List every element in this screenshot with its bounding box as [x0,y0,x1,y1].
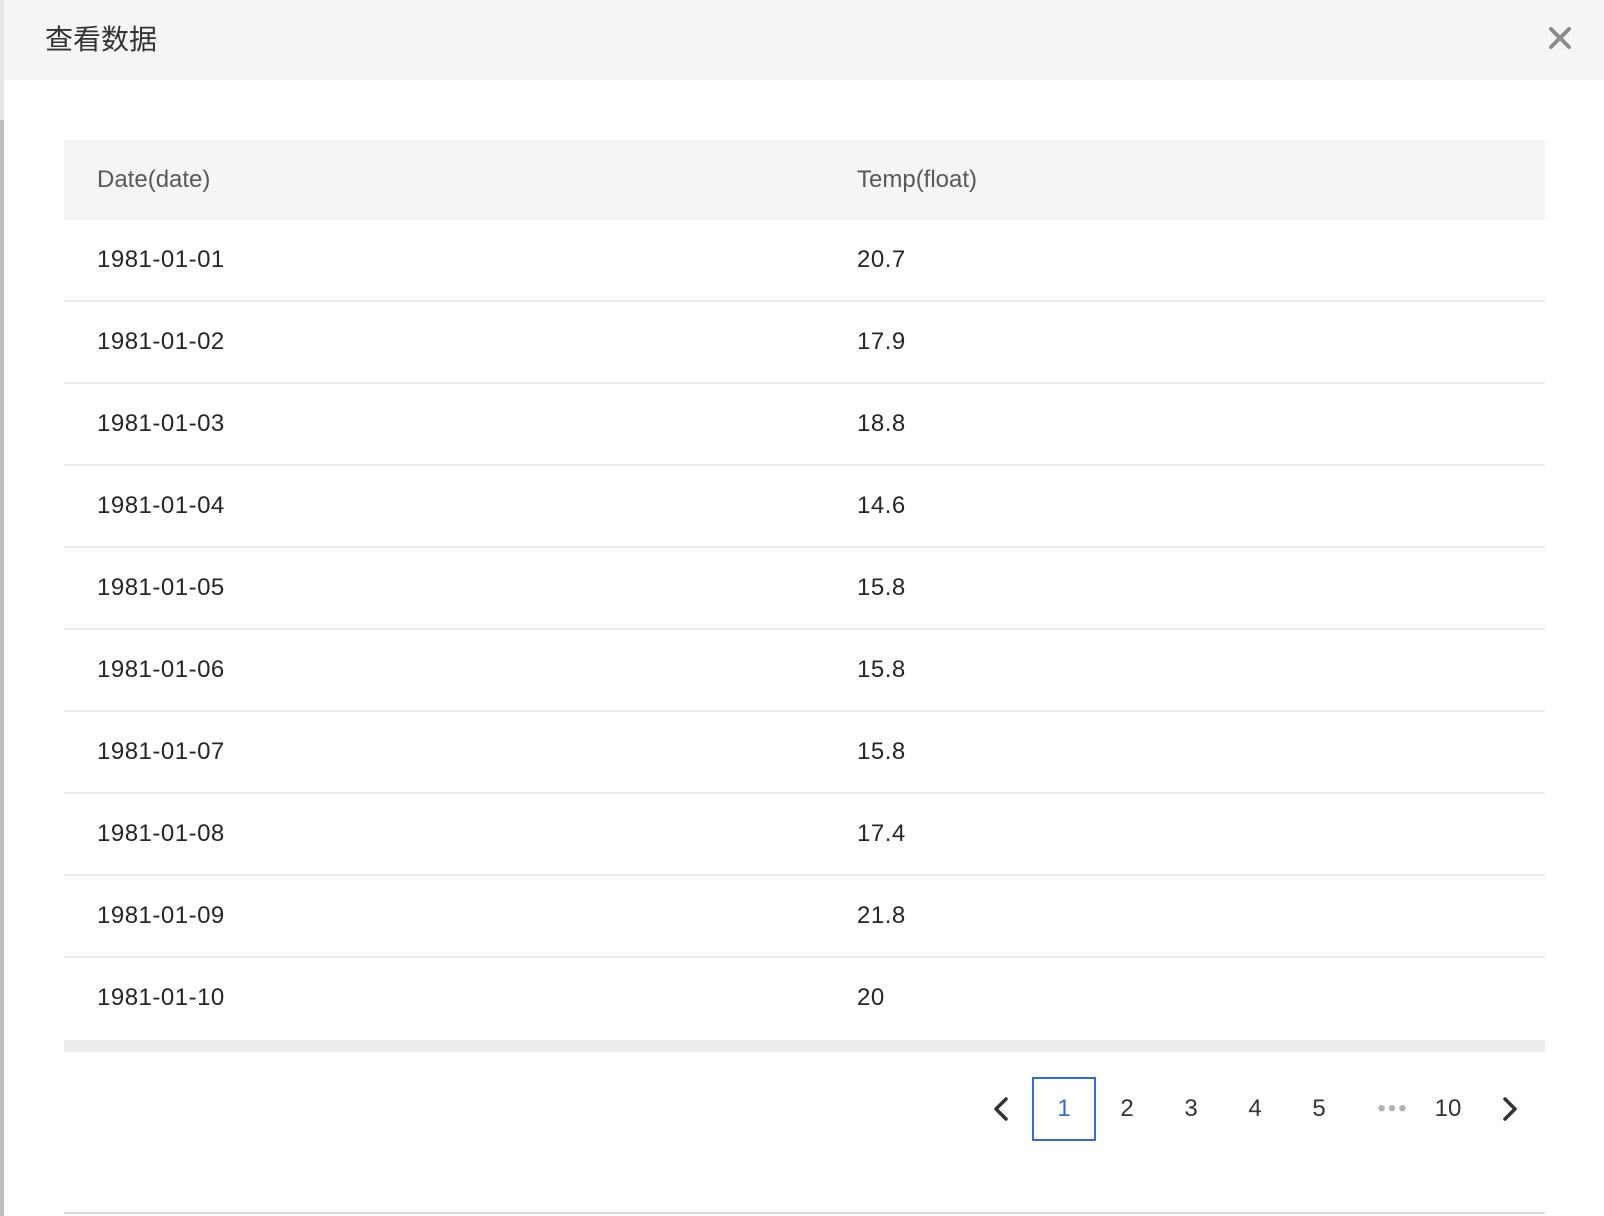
cell-temp: 15.8 [857,574,906,601]
page-ellipsis[interactable]: ••• [1369,1077,1417,1141]
table-row: 1981-01-03 18.8 [64,384,1545,466]
cell-temp: 17.9 [857,328,906,355]
table-row: 1981-01-08 17.4 [64,794,1545,876]
cell-date: 1981-01-01 [97,246,225,273]
page-button-3[interactable]: 3 [1159,1077,1223,1141]
cell-temp: 15.8 [857,738,906,765]
cell-temp: 20.7 [857,246,906,273]
modal-title: 查看数据 [45,23,158,56]
cell-temp: 20 [857,984,885,1011]
cell-date: 1981-01-09 [97,902,225,929]
table-row: 1981-01-10 20 [64,958,1545,1040]
page-button-1[interactable]: 1 [1032,1077,1096,1141]
horizontal-scrollbar[interactable] [64,1040,1545,1052]
cell-date: 1981-01-02 [97,328,225,355]
table-row: 1981-01-04 14.6 [64,466,1545,548]
cell-temp: 14.6 [857,492,906,519]
pagination: 1 2 3 4 5 ••• 10 [4,1077,1604,1141]
table-row: 1981-01-01 20.7 [64,220,1545,302]
close-icon [1549,27,1571,49]
column-header-date[interactable]: Date(date) [97,140,210,220]
next-page-button[interactable] [1490,1077,1530,1141]
cell-temp: 18.8 [857,410,906,437]
close-button[interactable] [1542,20,1578,56]
table-row: 1981-01-06 15.8 [64,630,1545,712]
cell-date: 1981-01-06 [97,656,225,683]
cell-date: 1981-01-04 [97,492,225,519]
table-row: 1981-01-09 21.8 [64,876,1545,958]
view-data-modal: 查看数据 Date(date) Temp(float) 1981-01-01 2… [4,0,1604,1216]
data-table: Date(date) Temp(float) 1981-01-01 20.7 1… [64,140,1545,1052]
page-button-2[interactable]: 2 [1095,1077,1159,1141]
cell-date: 1981-01-05 [97,574,225,601]
cell-temp: 17.4 [857,820,906,847]
cell-date: 1981-01-03 [97,410,225,437]
cell-date: 1981-01-07 [97,738,225,765]
table-header: Date(date) Temp(float) [64,140,1545,220]
modal-footer-divider [64,1212,1545,1214]
column-header-temp[interactable]: Temp(float) [857,140,977,220]
prev-page-button[interactable] [981,1077,1021,1141]
table-row: 1981-01-02 17.9 [64,302,1545,384]
modal-header: 查看数据 [4,0,1604,80]
cell-date: 1981-01-10 [97,984,225,1011]
table-row: 1981-01-05 15.8 [64,548,1545,630]
page-button-5[interactable]: 5 [1287,1077,1351,1141]
page-button-10[interactable]: 10 [1416,1077,1480,1141]
table-body: 1981-01-01 20.7 1981-01-02 17.9 1981-01-… [64,220,1545,1040]
chevron-right-icon [1503,1097,1517,1121]
table-row: 1981-01-07 15.8 [64,712,1545,794]
cell-temp: 21.8 [857,902,906,929]
chevron-left-icon [994,1097,1008,1121]
cell-temp: 15.8 [857,656,906,683]
cell-date: 1981-01-08 [97,820,225,847]
page-button-4[interactable]: 4 [1223,1077,1287,1141]
